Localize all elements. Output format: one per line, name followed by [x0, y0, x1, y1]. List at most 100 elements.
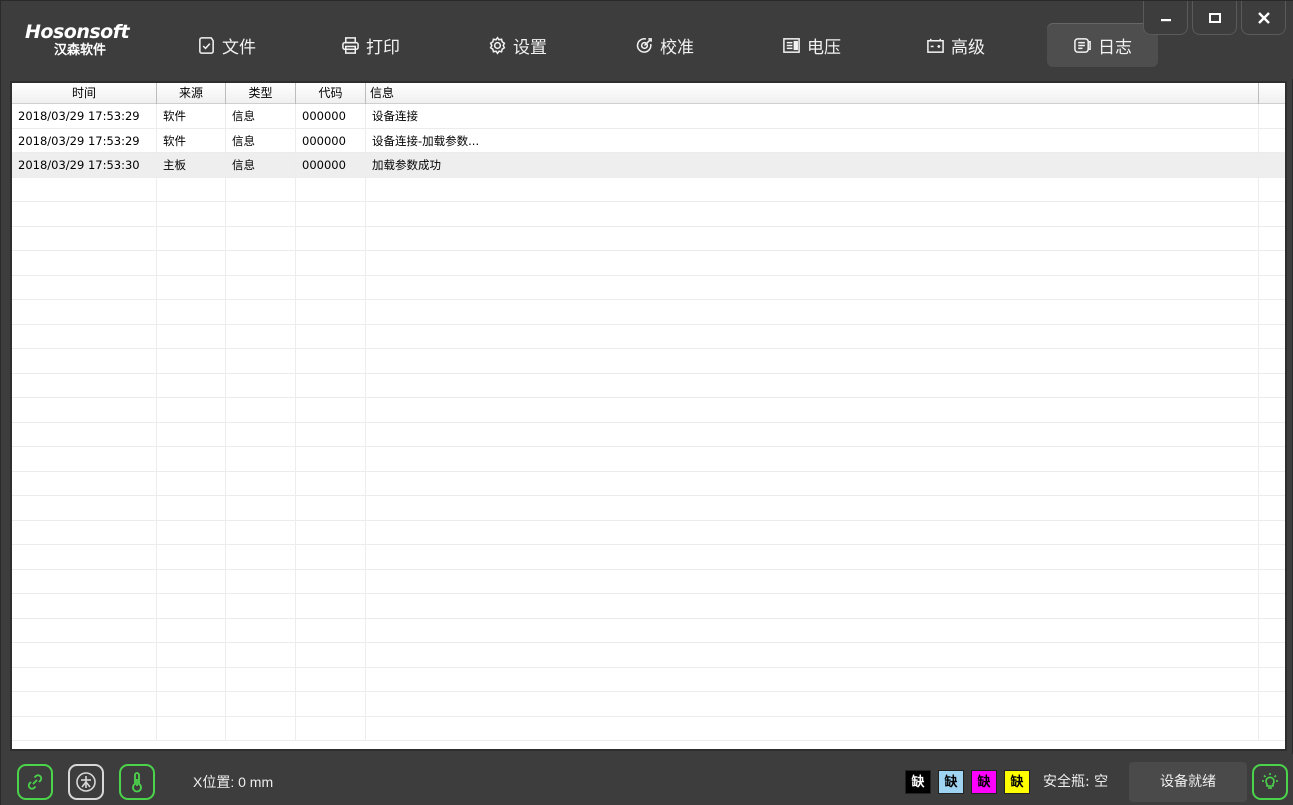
empty-table-row [12, 422, 1285, 447]
empty-cell [366, 667, 1259, 692]
column-header-info[interactable]: 信息 [366, 83, 1259, 104]
empty-cell [157, 496, 226, 520]
nav-settings[interactable]: 设置 [488, 23, 547, 67]
head-button[interactable] [68, 764, 104, 800]
printer-icon [342, 36, 359, 54]
empty-cell [1259, 423, 1285, 447]
empty-cell [1259, 349, 1285, 373]
empty-table-row [12, 447, 1285, 472]
empty-cell [157, 373, 226, 398]
light-button[interactable] [1252, 764, 1288, 800]
nav-advanced[interactable]: 高级 [926, 23, 985, 67]
minimize-button[interactable] [1143, 1, 1188, 35]
empty-cell [157, 422, 226, 447]
ink-status-yellow: 缺 [1004, 770, 1030, 794]
cell-time: 2018/03/29 17:53:29 [12, 104, 157, 128]
empty-cell [1259, 717, 1285, 741]
column-header-type[interactable]: 类型 [226, 83, 296, 104]
empty-cell [296, 202, 366, 226]
temperature-button[interactable] [119, 764, 155, 800]
empty-cell [12, 447, 157, 471]
table-row[interactable]: 2018/03/29 17:53:29 软件 信息 000000 设备连接-加载… [12, 128, 1285, 153]
file-check-icon [199, 36, 214, 54]
empty-rows [12, 177, 1285, 741]
empty-cell [1259, 594, 1285, 618]
empty-cell [296, 594, 366, 618]
empty-cell [296, 667, 366, 692]
empty-cell [157, 447, 226, 471]
empty-cell [157, 716, 226, 741]
empty-cell [12, 545, 157, 569]
column-header-source[interactable]: 来源 [157, 83, 226, 104]
empty-cell [226, 667, 296, 692]
connection-button[interactable] [17, 764, 53, 800]
empty-cell [296, 300, 366, 324]
close-button[interactable] [1241, 1, 1286, 35]
safety-bottle-status: 安全瓶: 空 [1043, 774, 1109, 790]
empty-cell [157, 643, 226, 667]
empty-cell [157, 618, 226, 643]
empty-table-row [12, 471, 1285, 496]
nav-file[interactable]: 文件 [197, 23, 256, 67]
lightbulb-icon [1262, 773, 1278, 789]
table-row-selected[interactable]: 2018/03/29 17:53:30 主板 信息 000000 加载参数成功 [12, 153, 1285, 178]
empty-cell [296, 545, 366, 569]
maximize-button[interactable] [1192, 1, 1237, 35]
empty-table-row [12, 349, 1285, 374]
thermometer-icon [132, 772, 142, 793]
logo-main-text: Hosonsoft [25, 21, 130, 43]
empty-cell [226, 496, 296, 520]
close-icon [1257, 11, 1270, 24]
empty-cell [12, 594, 157, 618]
column-header-time[interactable]: 时间 [12, 83, 157, 104]
empty-cell [157, 594, 226, 618]
column-header-code[interactable]: 代码 [296, 83, 366, 104]
empty-table-row [12, 618, 1285, 643]
empty-table-row [12, 569, 1285, 594]
nav-voltage[interactable]: 电压 [782, 23, 841, 67]
empty-cell [157, 569, 226, 594]
nav-calibrate[interactable]: 校准 [635, 23, 694, 67]
empty-table-row [12, 275, 1285, 300]
empty-cell [226, 177, 296, 202]
empty-cell [157, 349, 226, 373]
nav-log[interactable]: 日志 [1047, 23, 1158, 67]
empty-cell [1259, 398, 1285, 422]
empty-cell [12, 520, 157, 545]
empty-cell [1259, 643, 1285, 667]
logo: Hosonsoft 汉森软件 [25, 21, 145, 65]
nav-print[interactable]: 打印 [341, 23, 400, 67]
empty-cell [1259, 300, 1285, 324]
empty-cell [12, 300, 157, 324]
empty-cell [12, 569, 157, 594]
nav-advanced-label: 高级 [951, 37, 985, 58]
empty-cell [157, 202, 226, 226]
empty-cell [296, 373, 366, 398]
cell-code: 000000 [296, 128, 366, 153]
empty-cell [366, 177, 1259, 202]
empty-cell [296, 275, 366, 300]
empty-cell [226, 226, 296, 251]
table-row[interactable]: 2018/03/29 17:53:29 软件 信息 000000 设备连接 [12, 104, 1285, 129]
empty-cell [157, 667, 226, 692]
column-header-filler [1259, 83, 1285, 104]
empty-table-row [12, 545, 1285, 570]
empty-cell [296, 618, 366, 643]
empty-cell [366, 545, 1259, 569]
empty-cell [226, 618, 296, 643]
nav-calibrate-label: 校准 [660, 37, 694, 58]
empty-cell [226, 716, 296, 741]
cell-source: 软件 [157, 128, 226, 153]
empty-cell [1259, 521, 1285, 545]
cell-time: 2018/03/29 17:53:30 [12, 153, 157, 177]
empty-cell [12, 716, 157, 741]
cell-time: 2018/03/29 17:53:29 [12, 128, 157, 153]
maximize-icon [1208, 12, 1221, 23]
ink-status-black: 缺 [905, 770, 931, 794]
table-body: 2018/03/29 17:53:29 软件 信息 000000 设备连接 20… [12, 104, 1285, 741]
empty-cell [296, 177, 366, 202]
empty-cell [226, 545, 296, 569]
top-nav-bar: Hosonsoft 汉森软件 文件 打印 设置 校准 电压 高级 日志 [1, 1, 1293, 79]
empty-cell [12, 398, 157, 422]
ink-status-magenta: 缺 [971, 770, 997, 794]
